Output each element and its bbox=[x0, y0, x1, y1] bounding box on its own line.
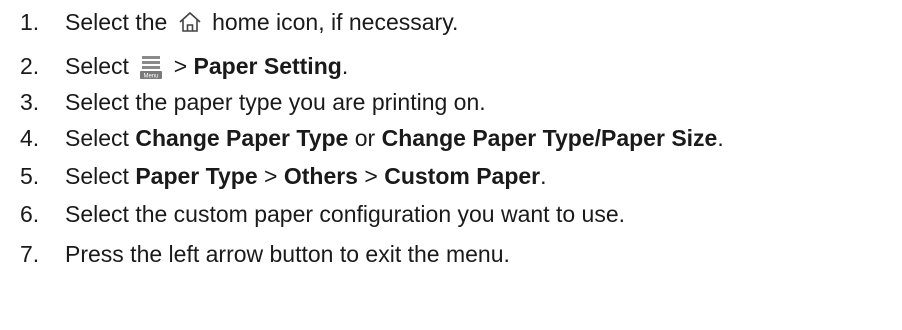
step-emphasis: Change Paper Type/Paper Size bbox=[381, 124, 718, 151]
step-text-part: Select the custom paper configuration yo… bbox=[65, 200, 625, 227]
step-text-part: Select the paper type you are printing o… bbox=[65, 88, 486, 115]
step-number: 1. bbox=[20, 8, 40, 35]
step-text-part: . bbox=[341, 52, 349, 79]
step-text-part: home icon, if necessary. bbox=[205, 8, 459, 35]
step-text-part: . bbox=[717, 124, 724, 151]
list-item: 5. Select Paper Type > Others > Custom Pa… bbox=[0, 156, 547, 196]
menu-icon: Menu bbox=[139, 54, 163, 80]
step-text: Select Paper Type > Others > Custom Pape… bbox=[65, 163, 547, 190]
step-number: 4. bbox=[20, 124, 40, 151]
step-text-part: Select bbox=[65, 52, 136, 79]
step-text-part: Press the left arrow button to exit the … bbox=[65, 240, 510, 267]
step-text-part: or bbox=[348, 124, 382, 151]
step-text: Select the custom paper configuration yo… bbox=[65, 201, 625, 228]
list-item: 3. Select the paper type you are printing… bbox=[0, 82, 486, 122]
list-item: 6. Select the custom paper configuration … bbox=[0, 194, 625, 234]
step-emphasis: Others bbox=[283, 162, 358, 189]
step-text: Select Menu > Paper Setting. bbox=[65, 53, 348, 80]
step-text: Press the left arrow button to exit the … bbox=[65, 241, 510, 268]
list-item: 1. Select the home icon, if necessary. bbox=[0, 2, 458, 42]
list-item: 7. Press the left arrow button to exit th… bbox=[0, 234, 510, 274]
step-emphasis: Change Paper Type bbox=[135, 124, 349, 151]
step-text-part: Select bbox=[65, 162, 136, 189]
step-text: Select the home icon, if necessary. bbox=[65, 9, 458, 36]
step-number: 5. bbox=[20, 162, 40, 189]
svg-text:Menu: Menu bbox=[144, 73, 159, 79]
step-emphasis: Custom Paper bbox=[384, 162, 541, 189]
list-item: 2. Select Menu > Paper Setting. bbox=[0, 46, 348, 86]
home-icon bbox=[178, 10, 202, 34]
step-number: 3. bbox=[20, 88, 40, 115]
step-number: 7. bbox=[20, 240, 40, 267]
step-text-part: Select the bbox=[65, 8, 174, 35]
step-text-part: Select bbox=[65, 124, 136, 151]
step-emphasis: Paper Setting bbox=[193, 52, 342, 79]
list-item: 4. Select Change Paper Type or Change Pap… bbox=[0, 118, 724, 158]
step-text-part: > bbox=[357, 162, 385, 189]
step-number: 2. bbox=[20, 52, 40, 79]
step-text-part: . bbox=[540, 162, 547, 189]
step-emphasis: Paper Type bbox=[135, 162, 258, 189]
step-text: Select the paper type you are printing o… bbox=[65, 89, 486, 116]
step-number: 6. bbox=[20, 200, 40, 227]
step-text: Select Change Paper Type or Change Paper… bbox=[65, 125, 724, 152]
step-text-part: > bbox=[167, 52, 194, 79]
step-text-part: > bbox=[257, 162, 284, 189]
